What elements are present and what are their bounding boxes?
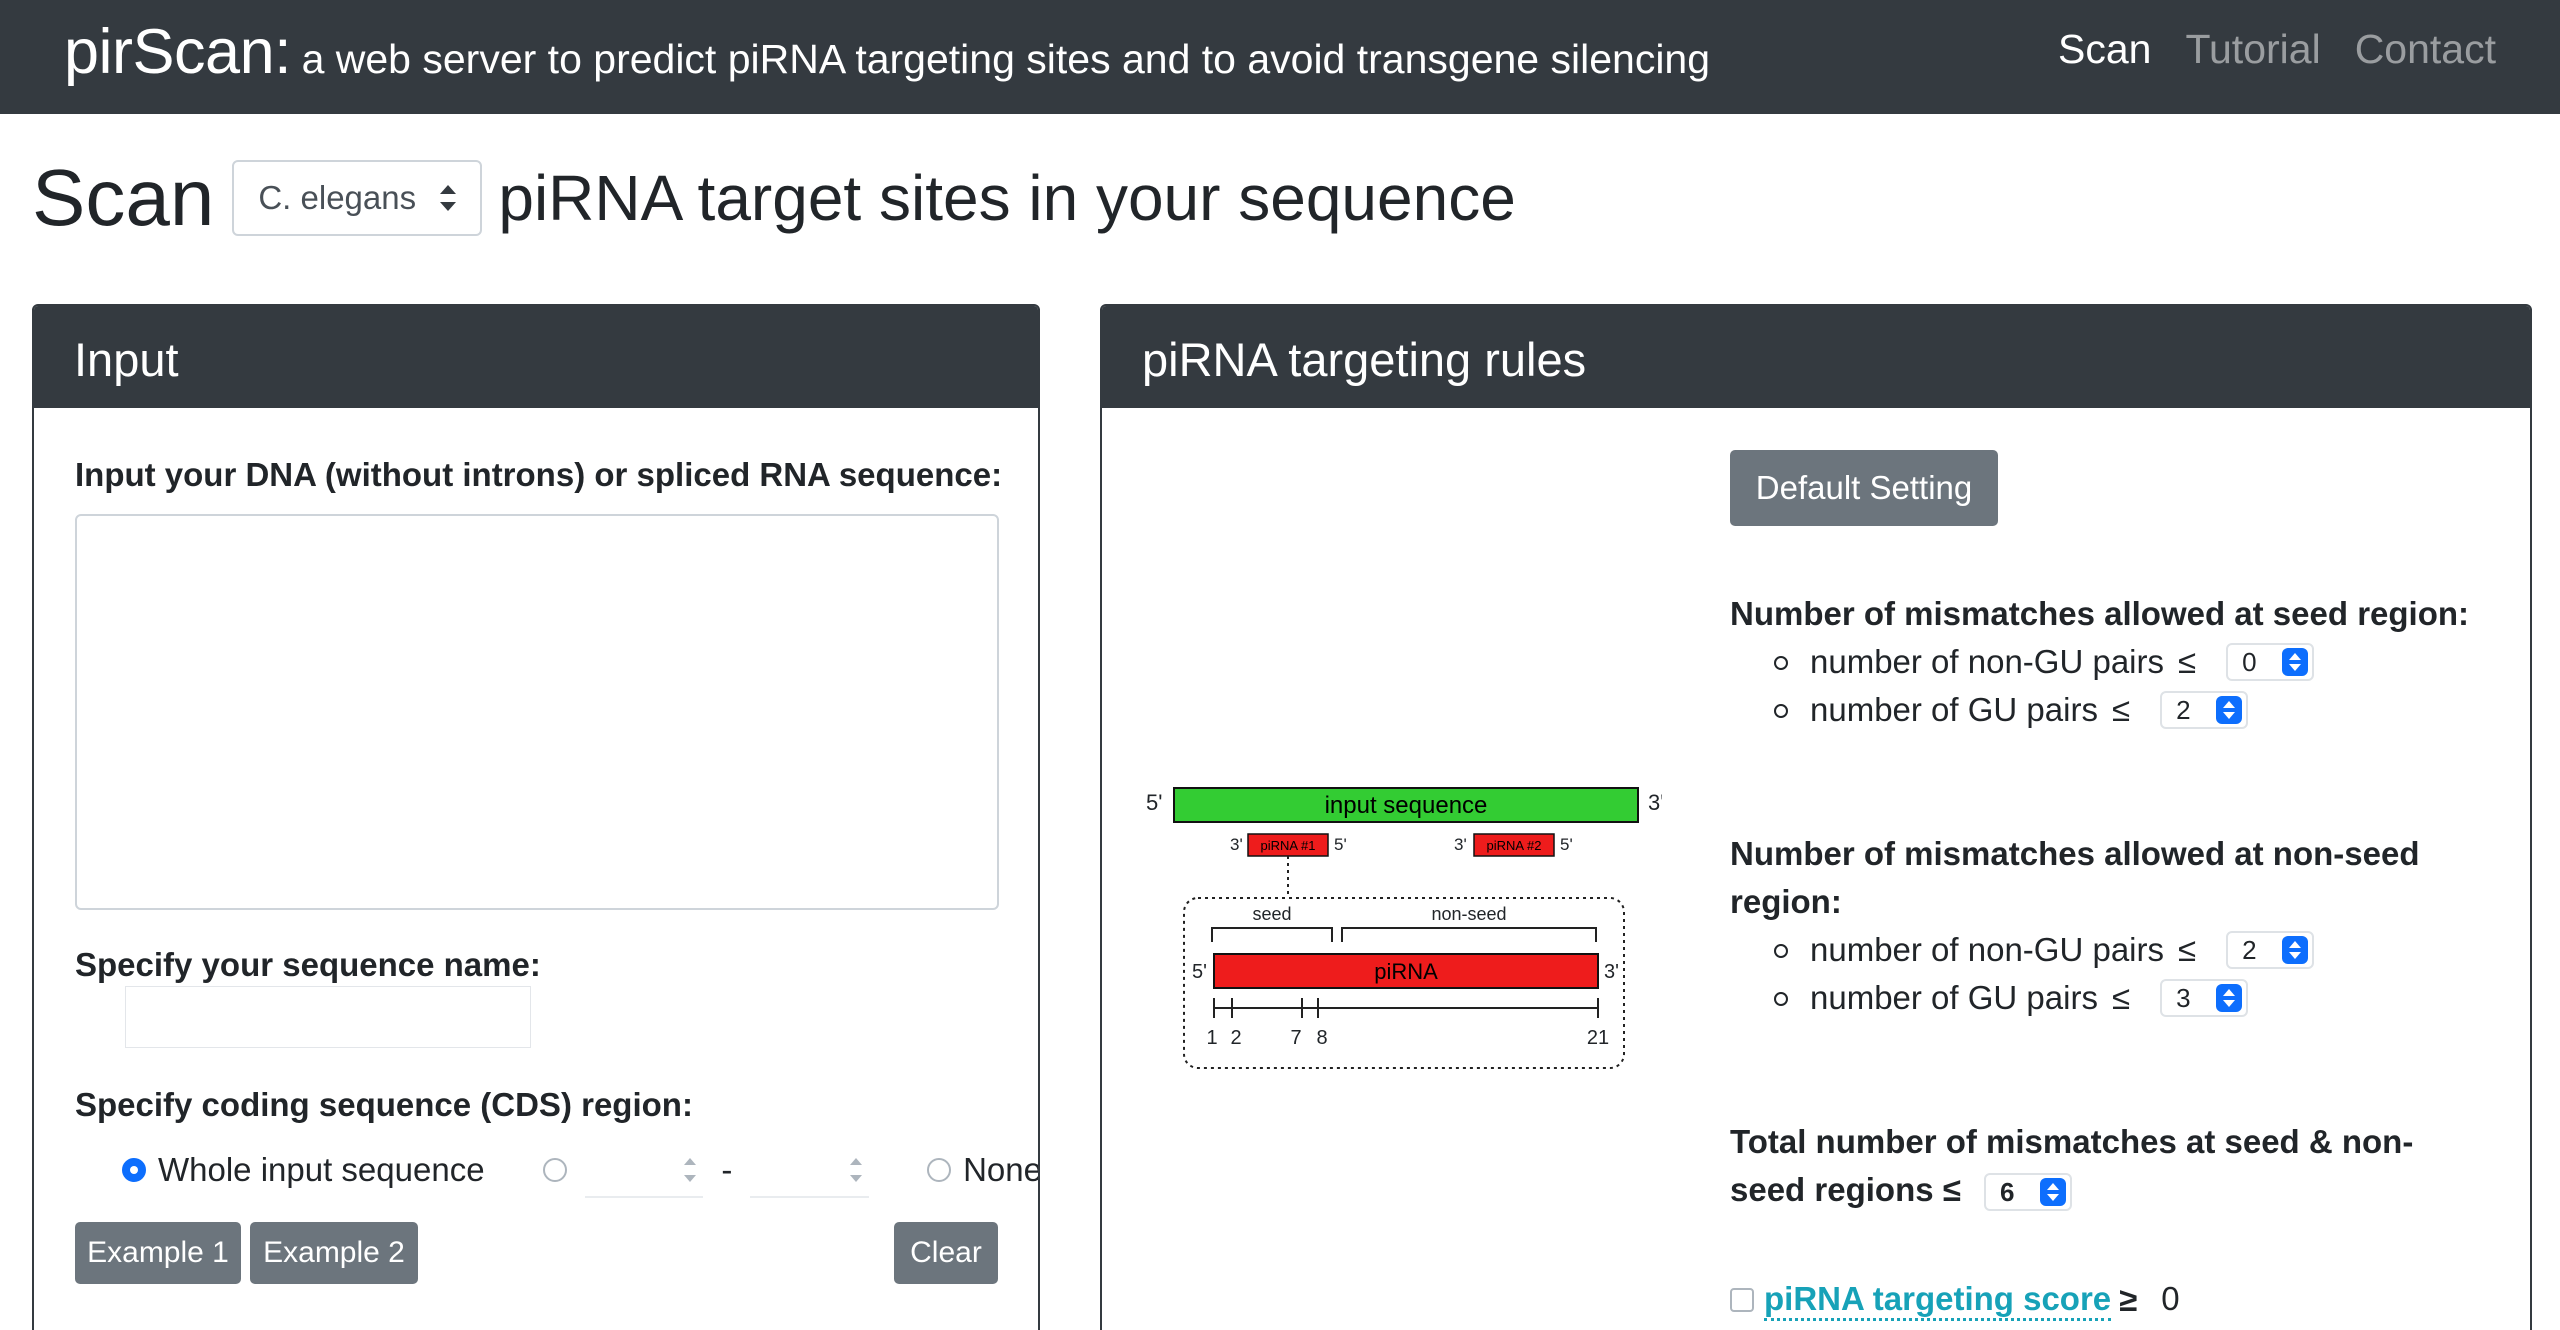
le-sign: ≤ bbox=[2178, 931, 2197, 968]
sequence-name-input[interactable] bbox=[125, 986, 531, 1048]
select-arrows-icon bbox=[2282, 936, 2309, 964]
pirna1-5prime: 5' bbox=[1334, 835, 1347, 854]
non-gu-label: number of non-GU pairs bbox=[1810, 931, 2164, 968]
nonseed-non-gu-value: 2 bbox=[2242, 934, 2257, 965]
score-row: piRNA targeting score ≥ 0 bbox=[1730, 1268, 2273, 1330]
ge-sign: ≥ bbox=[2119, 1281, 2138, 1318]
example1-button[interactable]: Example 1 bbox=[75, 1222, 241, 1284]
page-heading: Scan C. elegans piRNA target sites in yo… bbox=[32, 148, 1516, 248]
total-rules-title: Total number of mismatches at seed & non… bbox=[1730, 1118, 2440, 1214]
pirna-5prime: 5' bbox=[1192, 961, 1207, 983]
select-arrows-icon bbox=[2282, 648, 2309, 676]
nonseed-rules-title: Number of mismatches allowed at non-seed… bbox=[1730, 835, 2420, 920]
input-card: Input Input your DNA (without introns) o… bbox=[32, 304, 1040, 1330]
seed-bracket bbox=[1211, 927, 1333, 942]
seed-non-gu-row: number of non-GU pairs ≤ 0 bbox=[1730, 638, 2500, 686]
brand-subtitle: a web server to predict piRNA targeting … bbox=[301, 36, 1711, 82]
cds-label: Specify coding sequence (CDS) region: bbox=[75, 1086, 693, 1123]
spinner-icon[interactable] bbox=[849, 1156, 863, 1184]
updown-arrows-icon bbox=[440, 185, 457, 211]
nav-scan[interactable]: Scan bbox=[2058, 26, 2151, 73]
le-sign: ≤ bbox=[2111, 979, 2131, 1016]
non-seed-bracket bbox=[1341, 927, 1597, 942]
clear-button[interactable]: Clear bbox=[894, 1222, 998, 1284]
total-select[interactable]: 6 bbox=[1984, 1173, 2073, 1212]
pirna1-3prime: 3' bbox=[1230, 835, 1243, 854]
pirna2-3prime: 3' bbox=[1454, 835, 1467, 854]
rules-card: piRNA targeting rules 5' input sequence … bbox=[1100, 304, 2532, 1330]
default-setting-button[interactable]: Default Setting bbox=[1730, 450, 1998, 526]
pirna1-label: piRNA #1 bbox=[1261, 838, 1316, 853]
seed-gu-select[interactable]: 2 bbox=[2160, 691, 2249, 729]
heading-rest: piRNA target sites in your sequence bbox=[498, 162, 1516, 234]
nonseed-rules: Number of mismatches allowed at non-seed… bbox=[1730, 830, 2500, 1022]
diagram-3prime-top: 3' bbox=[1648, 790, 1662, 815]
brand[interactable]: pirScan: a web server to predict piRNA t… bbox=[64, 16, 1710, 88]
le-sign: ≤ bbox=[2178, 643, 2197, 680]
seed-rules-title: Number of mismatches allowed at seed reg… bbox=[1730, 595, 2470, 632]
total-rules: Total number of mismatches at seed & non… bbox=[1730, 1118, 2440, 1214]
example2-button[interactable]: Example 2 bbox=[250, 1222, 418, 1284]
brand-name: pirScan: bbox=[64, 17, 292, 87]
seed-gu-value: 2 bbox=[2176, 694, 2191, 725]
le-sign: ≤ bbox=[2111, 691, 2131, 728]
rules-card-title: piRNA targeting rules bbox=[1102, 306, 2530, 408]
diagram-5prime-top: 5' bbox=[1146, 790, 1162, 815]
non-gu-label: number of non-GU pairs bbox=[1810, 643, 2164, 680]
cds-range-separator: - bbox=[721, 1151, 733, 1188]
pirna-3prime: 3' bbox=[1604, 961, 1619, 983]
gu-label: number of GU pairs bbox=[1810, 691, 2098, 728]
spinner-icon[interactable] bbox=[683, 1156, 697, 1184]
seed-gu-row: number of GU pairs ≤ 2 bbox=[1730, 686, 2500, 734]
input-sequence-label: input sequence bbox=[1325, 792, 1488, 819]
cds-options: Whole input sequence - None bbox=[122, 1140, 1040, 1200]
tick-label: 2 bbox=[1230, 1027, 1241, 1049]
cds-start-input[interactable] bbox=[584, 1142, 704, 1198]
total-value: 6 bbox=[2000, 1177, 2015, 1208]
seed-non-gu-value: 0 bbox=[2242, 646, 2257, 677]
tick-label: 21 bbox=[1587, 1027, 1609, 1049]
score-link[interactable]: piRNA targeting score bbox=[1764, 1280, 2112, 1321]
cds-none-radio[interactable] bbox=[927, 1158, 952, 1182]
input-card-title: Input bbox=[34, 306, 1038, 408]
cds-whole-radio[interactable] bbox=[122, 1158, 146, 1182]
tick-label: 7 bbox=[1290, 1027, 1301, 1049]
nav-links: Scan Tutorial Contact bbox=[2058, 26, 2496, 73]
species-select-value: C. elegans bbox=[258, 179, 417, 216]
heading-scan: Scan bbox=[32, 153, 215, 242]
nonseed-non-gu-select[interactable]: 2 bbox=[2226, 931, 2315, 969]
sequence-textarea[interactable] bbox=[75, 514, 999, 910]
nonseed-gu-row: number of GU pairs ≤ 3 bbox=[1730, 974, 2500, 1022]
cds-whole-label: Whole input sequence bbox=[158, 1151, 485, 1188]
tick-marks: 1 2 7 8 21 bbox=[1206, 998, 1609, 1049]
targeting-diagram: 5' input sequence 3' 3' piRNA #1 5' 3' p… bbox=[1146, 787, 1662, 1069]
nonseed-gu-select[interactable]: 3 bbox=[2160, 979, 2249, 1017]
pirna2-5prime: 5' bbox=[1560, 835, 1573, 854]
species-select[interactable]: C. elegans bbox=[232, 160, 483, 236]
seed-label: seed bbox=[1252, 904, 1291, 924]
cds-none-label: None bbox=[963, 1151, 1040, 1188]
non-seed-label: non-seed bbox=[1431, 904, 1506, 924]
tick-label: 8 bbox=[1316, 1027, 1327, 1049]
score-checkbox[interactable] bbox=[1730, 1288, 1754, 1312]
cds-range-radio[interactable] bbox=[542, 1158, 567, 1182]
seed-non-gu-select[interactable]: 0 bbox=[2226, 643, 2315, 681]
pirna-label: piRNA bbox=[1374, 959, 1438, 984]
sequence-label: Input your DNA (without introns) or spli… bbox=[75, 456, 1003, 493]
nonseed-gu-value: 3 bbox=[2176, 982, 2191, 1013]
navbar: pirScan: a web server to predict piRNA t… bbox=[0, 0, 2560, 114]
select-arrows-icon bbox=[2216, 984, 2243, 1012]
seed-rules: Number of mismatches allowed at seed reg… bbox=[1730, 590, 2500, 734]
nav-tutorial[interactable]: Tutorial bbox=[2185, 26, 2320, 73]
nav-contact[interactable]: Contact bbox=[2355, 26, 2496, 73]
score-input[interactable]: 0 bbox=[2153, 1268, 2273, 1330]
name-label: Specify your sequence name: bbox=[75, 946, 541, 983]
pirna2-label: piRNA #2 bbox=[1487, 838, 1542, 853]
tick-label: 1 bbox=[1206, 1027, 1217, 1049]
select-arrows-icon bbox=[2040, 1178, 2067, 1207]
nonseed-non-gu-row: number of non-GU pairs ≤ 2 bbox=[1730, 926, 2500, 974]
cds-end-input[interactable] bbox=[750, 1142, 870, 1198]
select-arrows-icon bbox=[2216, 696, 2243, 724]
gu-label: number of GU pairs bbox=[1810, 979, 2098, 1016]
